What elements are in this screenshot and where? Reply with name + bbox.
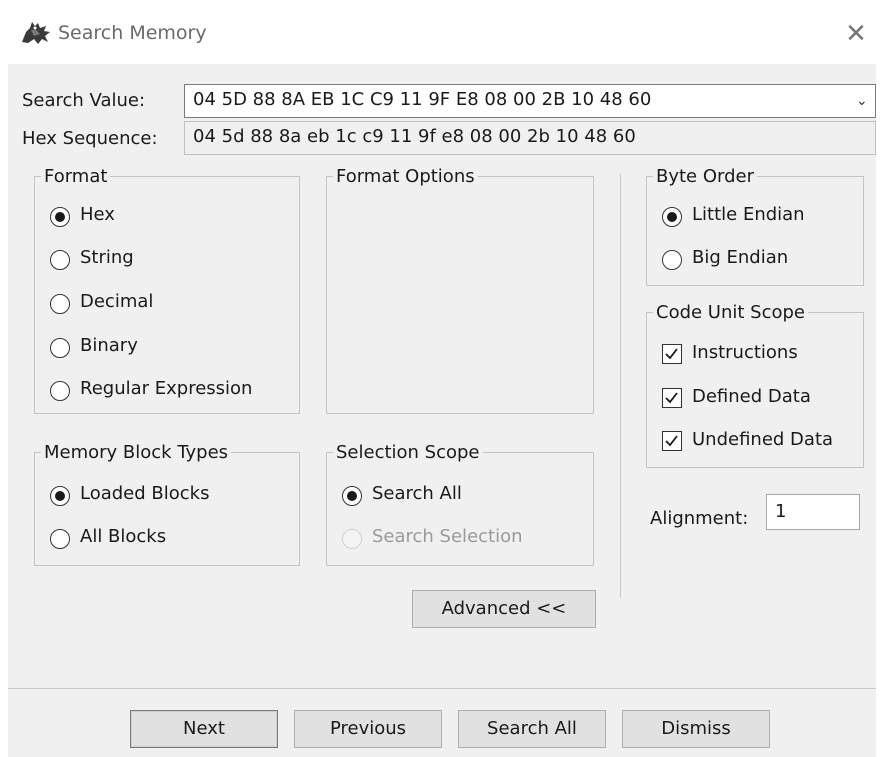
alignment-value: 1 (775, 501, 787, 522)
hex-sequence-field: 04 5d 88 8a eb 1c c9 11 9f e8 08 00 2b 1… (184, 121, 876, 155)
defined-data-label: Defined Data (692, 386, 811, 407)
byte-order-legend: Byte Order (656, 166, 755, 187)
code-unit-scope-legend: Code Unit Scope (656, 302, 806, 323)
memory-block-option-label: All Blocks (80, 526, 167, 547)
checkmark-icon (665, 435, 678, 447)
format-option-label: String (80, 247, 134, 268)
loaded-blocks-radio[interactable] (50, 486, 70, 506)
selection-scope-legend: Selection Scope (336, 442, 480, 463)
search-all-button[interactable]: Search All (458, 710, 606, 748)
checkmark-icon (665, 348, 678, 360)
checkmark-icon (665, 392, 678, 404)
instructions-checkbox[interactable] (662, 344, 682, 364)
instructions-label: Instructions (692, 342, 798, 363)
advanced-button[interactable]: Advanced << (412, 590, 596, 628)
close-icon[interactable]: ✕ (836, 14, 876, 54)
chevron-down-icon[interactable]: ⌄ (856, 93, 868, 109)
alignment-input[interactable]: 1 (766, 494, 860, 530)
selection-scope-group: Selection Scope (326, 442, 594, 566)
memory-block-types-group: Memory Block Types (34, 442, 300, 566)
search-all-radio[interactable] (342, 486, 362, 506)
hex-sequence-label: Hex Sequence: (22, 128, 158, 149)
format-group: Format (34, 166, 300, 414)
window-title: Search Memory (58, 22, 207, 44)
format-options-group: Format Options (326, 166, 594, 414)
hex-sequence-text: 04 5d 88 8a eb 1c c9 11 9f e8 08 00 2b 1… (193, 126, 636, 147)
format-options-legend: Format Options (336, 166, 475, 187)
alignment-label: Alignment: (650, 508, 749, 529)
search-value-combo[interactable]: 04 5D 88 8A EB 1C C9 11 9F E8 08 00 2B 1… (184, 84, 876, 118)
dismiss-button[interactable]: Dismiss (622, 710, 770, 748)
all-blocks-radio[interactable] (50, 529, 70, 549)
format-hex-radio[interactable] (50, 207, 70, 227)
vertical-separator (620, 174, 621, 598)
little-endian-radio[interactable] (662, 207, 682, 227)
selection-scope-option-label: Search All (372, 483, 462, 504)
memory-block-option-label: Loaded Blocks (80, 483, 210, 504)
format-legend: Format (44, 166, 108, 187)
search-selection-radio (342, 529, 362, 549)
next-button[interactable]: Next (130, 710, 278, 748)
byte-order-option-label: Little Endian (692, 204, 805, 225)
format-option-label: Regular Expression (80, 378, 253, 399)
dragon-icon (18, 18, 54, 48)
memory-block-types-legend: Memory Block Types (44, 442, 229, 463)
selection-scope-option-label: Search Selection (372, 526, 523, 547)
byte-order-group: Byte Order (646, 166, 864, 286)
format-string-radio[interactable] (50, 250, 70, 270)
format-option-label: Decimal (80, 291, 154, 312)
search-value-label: Search Value: (22, 90, 146, 111)
search-value-text: 04 5D 88 8A EB 1C C9 11 9F E8 08 00 2B 1… (193, 89, 652, 110)
format-regex-radio[interactable] (50, 381, 70, 401)
title-bar: Search Memory ✕ (0, 0, 884, 64)
undefined-data-label: Undefined Data (692, 429, 834, 450)
undefined-data-checkbox[interactable] (662, 431, 682, 451)
format-option-label: Hex (80, 204, 115, 225)
format-option-label: Binary (80, 335, 138, 356)
previous-button[interactable]: Previous (294, 710, 442, 748)
defined-data-checkbox[interactable] (662, 388, 682, 408)
byte-order-option-label: Big Endian (692, 247, 789, 268)
format-decimal-radio[interactable] (50, 294, 70, 314)
format-binary-radio[interactable] (50, 338, 70, 358)
big-endian-radio[interactable] (662, 250, 682, 270)
